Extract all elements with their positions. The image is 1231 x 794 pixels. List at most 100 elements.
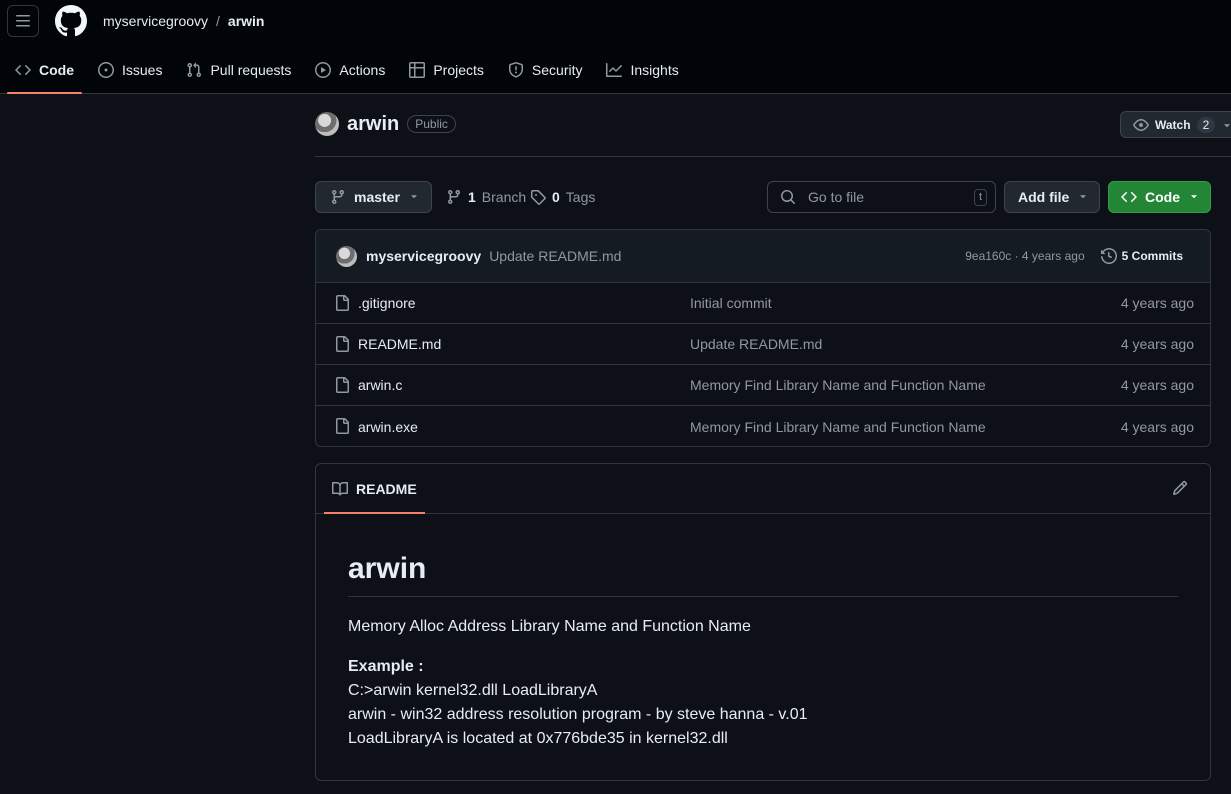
- pencil-icon[interactable]: [1172, 480, 1188, 496]
- commits-link[interactable]: 5 Commits: [1100, 248, 1183, 264]
- readme-panel: README arwin Memory Alloc Address Librar…: [315, 463, 1211, 781]
- table-row[interactable]: .gitignore Initial commit 4 years ago: [316, 283, 1210, 324]
- tab-pull-requests[interactable]: Pull requests: [178, 52, 299, 88]
- file-name[interactable]: README.md: [358, 336, 441, 352]
- divider: [315, 156, 1231, 157]
- tab-insights[interactable]: Insights: [598, 52, 686, 88]
- git-pull-request-icon: [186, 62, 202, 78]
- branches-link[interactable]: 1 Branch: [446, 189, 526, 205]
- avatar[interactable]: [336, 245, 357, 267]
- tag-label: Tags: [565, 189, 596, 205]
- watch-button[interactable]: Watch 2: [1120, 111, 1231, 138]
- owner-link[interactable]: myservicegroovy: [103, 13, 208, 29]
- github-logo-icon[interactable]: [55, 5, 87, 37]
- tag-icon: [530, 189, 546, 205]
- tab-label: Insights: [630, 62, 679, 78]
- tab-label: Security: [531, 62, 583, 78]
- search-icon: [780, 189, 796, 205]
- latest-commit-row: myservicegroovy Update README.md 9ea160c…: [316, 230, 1210, 283]
- tab-actions[interactable]: Actions: [307, 52, 393, 88]
- readme-header: README: [316, 464, 1210, 514]
- triangle-down-icon: [1188, 189, 1200, 205]
- table-row[interactable]: arwin.exe Memory Find Library Name and F…: [316, 406, 1210, 446]
- eye-icon: [1133, 117, 1149, 133]
- tab-label: Projects: [433, 62, 484, 78]
- repo-link[interactable]: arwin: [228, 13, 265, 29]
- commit-hash-time[interactable]: 9ea160c · 4 years ago: [965, 249, 1084, 263]
- table-row[interactable]: arwin.c Memory Find Library Name and Fun…: [316, 365, 1210, 406]
- branch-label: Branch: [481, 189, 527, 205]
- file-icon: [334, 418, 350, 434]
- menu-button[interactable]: [7, 5, 39, 37]
- tab-code[interactable]: Code: [7, 52, 82, 94]
- book-icon: [332, 481, 348, 497]
- file-name[interactable]: .gitignore: [358, 295, 416, 311]
- breadcrumb-separator: /: [216, 13, 220, 29]
- watch-label: Watch: [1155, 117, 1191, 132]
- file-commit-message[interactable]: Initial commit: [690, 295, 772, 311]
- keyboard-shortcut-hint: t: [973, 189, 987, 206]
- branch-count: 1: [468, 189, 476, 205]
- file-commit-message[interactable]: Update README.md: [690, 336, 822, 352]
- example-line: arwin - win32 address resolution program…: [348, 706, 808, 723]
- commit-meta: 9ea160c · 4 years ago 5 Commits: [965, 248, 1183, 264]
- file-date: 4 years ago: [1120, 418, 1194, 435]
- tab-label: Actions: [339, 62, 386, 78]
- play-icon: [315, 62, 332, 78]
- tab-readme[interactable]: README: [324, 464, 425, 514]
- repo-name[interactable]: arwin: [347, 113, 399, 136]
- code-label: Code: [1145, 189, 1180, 205]
- readme-example: Example : C:>arwin kernel32.dll LoadLibr…: [348, 655, 1178, 751]
- breadcrumb: myservicegroovy / arwin: [103, 13, 265, 29]
- tab-label: Code: [39, 62, 74, 78]
- file-icon: [334, 336, 350, 352]
- branch-name: master: [354, 189, 400, 205]
- file-name[interactable]: arwin.c: [358, 377, 402, 393]
- issue-opened-icon: [98, 62, 114, 78]
- triangle-down-icon: [1221, 119, 1231, 131]
- readme-tab-label: README: [356, 480, 417, 497]
- branch-select-button[interactable]: master: [315, 181, 432, 213]
- commits-count: 5 Commits: [1121, 249, 1183, 263]
- add-file-label: Add file: [1018, 189, 1070, 205]
- commit-message[interactable]: Update README.md: [489, 248, 621, 264]
- file-table: myservicegroovy Update README.md 9ea160c…: [315, 229, 1211, 447]
- tab-label: Issues: [122, 62, 163, 78]
- repo-title: arwin Public: [315, 112, 456, 136]
- git-branch-icon: [330, 189, 346, 205]
- owner-avatar[interactable]: [315, 112, 339, 136]
- visibility-badge: Public: [407, 115, 456, 133]
- table-row[interactable]: README.md Update README.md 4 years ago: [316, 324, 1210, 365]
- tab-security[interactable]: Security: [500, 52, 591, 88]
- go-to-file-input[interactable]: [806, 188, 960, 206]
- file-date: 4 years ago: [1120, 336, 1194, 352]
- example-line: C:>arwin kernel32.dll LoadLibraryA: [348, 682, 598, 699]
- hamburger-icon: [15, 13, 31, 29]
- tags-link[interactable]: 0 Tags: [530, 189, 595, 205]
- code-icon: [1121, 189, 1137, 205]
- global-header: myservicegroovy / arwin Code Issues Pull…: [0, 0, 1231, 94]
- git-branch-icon: [446, 189, 462, 205]
- code-button[interactable]: Code: [1108, 181, 1211, 213]
- tab-projects[interactable]: Projects: [401, 52, 492, 88]
- readme-description: Memory Alloc Address Library Name and Fu…: [348, 618, 751, 635]
- go-to-file-field[interactable]: t: [767, 181, 996, 213]
- triangle-down-icon: [408, 189, 420, 205]
- history-icon: [1100, 248, 1117, 264]
- commit-author[interactable]: myservicegroovy: [366, 248, 481, 264]
- repo-nav: Code Issues Pull requests Actions Projec…: [7, 52, 695, 94]
- example-line: LoadLibraryA is located at 0x776bde35 in…: [348, 730, 728, 747]
- file-icon: [334, 295, 350, 311]
- triangle-down-icon: [1077, 189, 1089, 205]
- file-commit-message[interactable]: Memory Find Library Name and Function Na…: [690, 377, 986, 393]
- file-commit-message[interactable]: Memory Find Library Name and Function Na…: [690, 419, 986, 435]
- readme-content: arwin Memory Alloc Address Library Name …: [316, 552, 1210, 751]
- file-date: 4 years ago: [1120, 295, 1194, 311]
- table-icon: [409, 62, 426, 78]
- tab-label: Pull requests: [210, 62, 292, 78]
- file-name[interactable]: arwin.exe: [358, 419, 418, 435]
- shield-icon: [508, 62, 524, 78]
- code-icon: [15, 62, 31, 78]
- add-file-button[interactable]: Add file: [1004, 181, 1100, 213]
- tab-issues[interactable]: Issues: [90, 52, 170, 88]
